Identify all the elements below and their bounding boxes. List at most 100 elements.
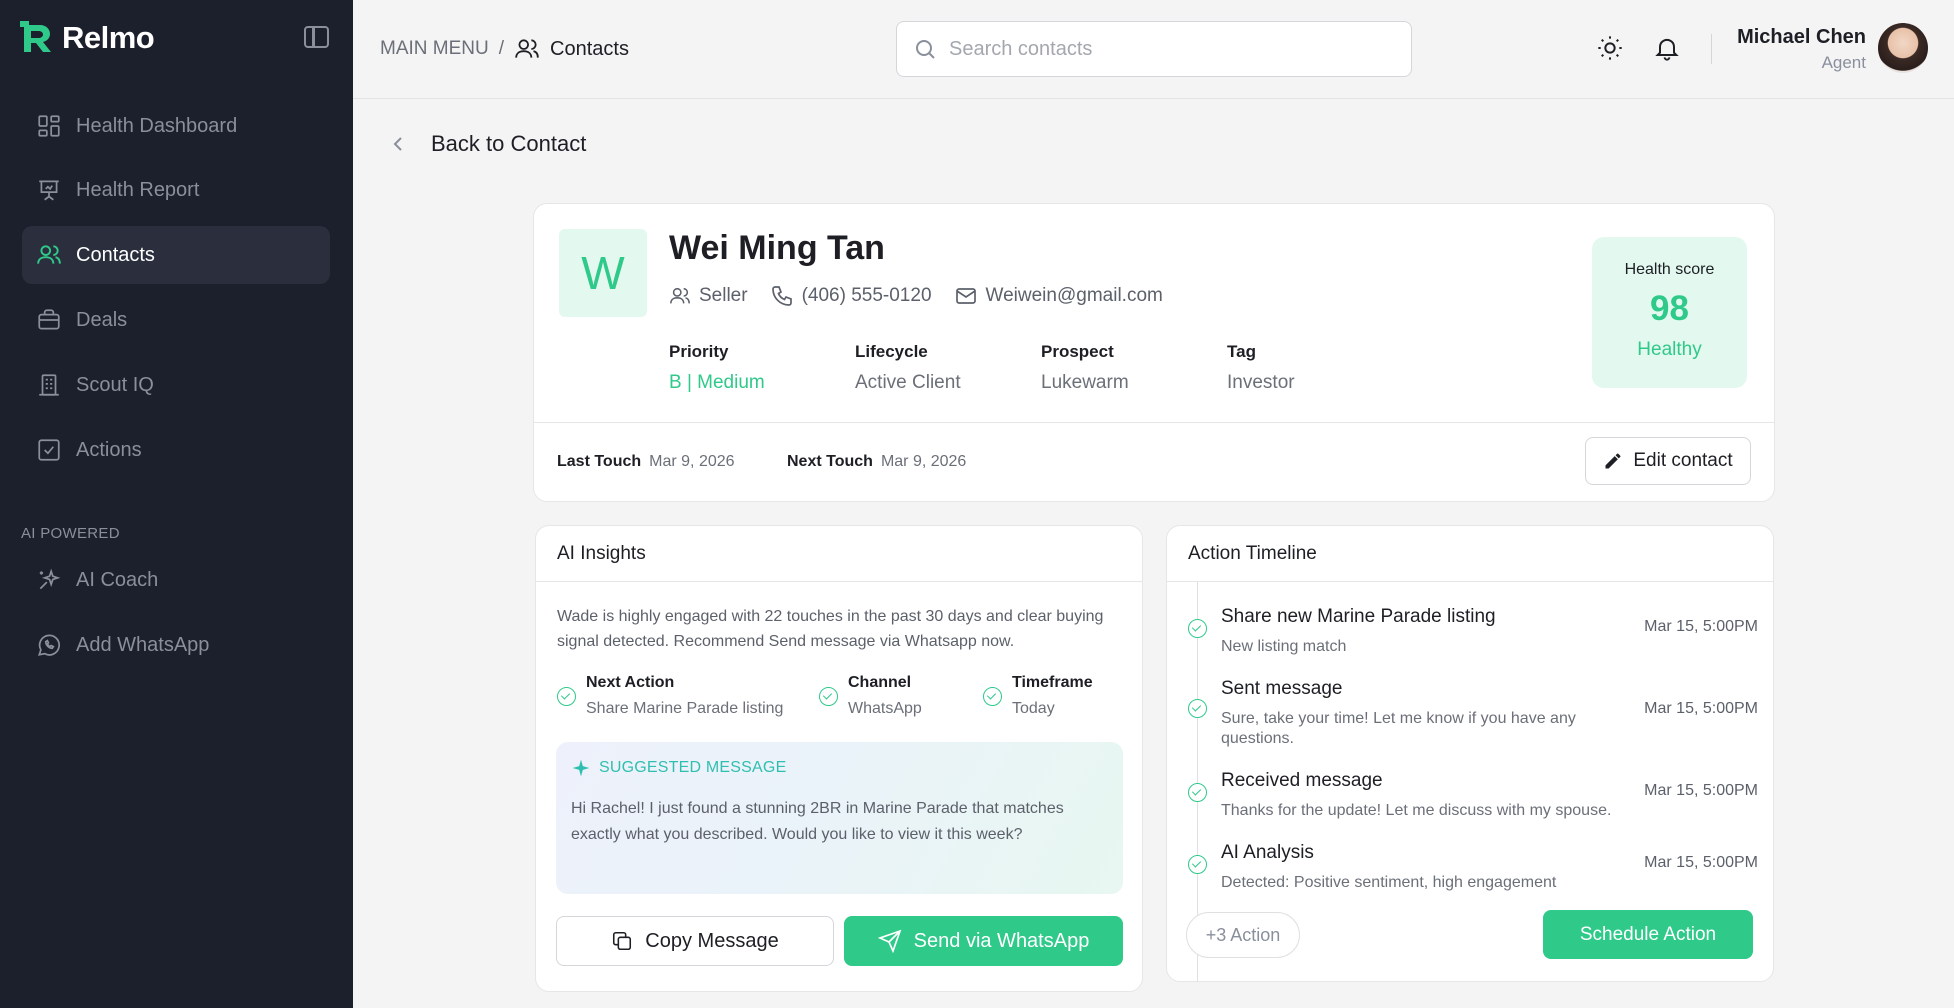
copy-message-label: Copy Message — [645, 929, 779, 952]
health-status: Healthy — [1637, 339, 1702, 360]
timeline-item[interactable]: Sent message Sure, take your time! Let m… — [1188, 678, 1758, 747]
send-icon — [877, 929, 902, 953]
sidebar-item-label: Deals — [76, 308, 128, 331]
attr-key: Lifecycle — [855, 342, 928, 361]
step-detail: Today — [1012, 700, 1055, 717]
schedule-action-button[interactable]: Schedule Action — [1543, 910, 1753, 959]
sidebar-item-label: Health Report — [76, 178, 200, 201]
card-title: AI Insights — [536, 526, 1142, 582]
top-bar: MAIN MENU / Contacts Michael Chen Agent — [353, 0, 1954, 99]
sidebar: Relmo Health Dashboard Health Report Con… — [0, 0, 353, 1008]
attr-lifecycle: Lifecycle Active Client — [855, 342, 1041, 394]
timeline-item[interactable]: Received message Thanks for the update! … — [1188, 770, 1758, 820]
timeline-title: Share new Marine Parade listing — [1221, 606, 1496, 627]
breadcrumb-root[interactable]: MAIN MENU — [380, 38, 489, 60]
breadcrumb: MAIN MENU / Contacts — [380, 36, 629, 62]
sidebar-item-actions[interactable]: Actions — [22, 421, 330, 479]
suggested-label: SUGGESTED MESSAGE — [599, 759, 787, 776]
sidebar-item-ai-coach[interactable]: AI Coach — [22, 551, 330, 609]
contact-name: Wei Ming Tan — [669, 229, 885, 267]
users-icon — [37, 245, 61, 264]
sparkles-icon — [39, 568, 61, 590]
timeline-item[interactable]: Share new Marine Parade listing New list… — [1188, 606, 1758, 656]
contact-email[interactable]: Weiwein@gmail.com — [954, 284, 1163, 308]
sun-icon[interactable] — [1596, 34, 1624, 62]
contact-initial-avatar: W — [559, 229, 647, 317]
user-icon — [670, 287, 690, 304]
sidebar-item-health-dashboard[interactable]: Health Dashboard — [22, 97, 330, 155]
sparkle-icon — [572, 759, 590, 777]
sidebar-item-add-whatsapp[interactable]: Add WhatsApp — [22, 616, 330, 674]
presentation-icon — [39, 180, 59, 201]
sidebar-item-health-report[interactable]: Health Report — [22, 161, 330, 219]
sidebar-item-label: Health Dashboard — [76, 114, 238, 137]
timeline-date: Mar 15, 5:00PM — [1644, 854, 1758, 871]
card-title: Action Timeline — [1167, 526, 1773, 582]
send-via-whatsapp-button[interactable]: Send via WhatsApp — [844, 916, 1123, 966]
last-touch-label: Last Touch — [557, 453, 642, 470]
timeline-date: Mar 15, 5:00PM — [1644, 700, 1758, 717]
timeline-detail: Thanks for the update! Let me discuss wi… — [1221, 802, 1612, 819]
contact-phone-label: (406) 555-0120 — [801, 285, 932, 306]
dashboard-icon — [38, 115, 60, 137]
health-score-value: 98 — [1650, 289, 1689, 328]
search-icon — [916, 40, 935, 59]
last-touch: Last Touch Mar 9, 2026 — [557, 453, 735, 471]
phone-icon — [771, 286, 792, 306]
check-circle-icon — [1188, 619, 1207, 638]
edit-contact-label: Edit contact — [1633, 450, 1733, 471]
step-title: Timeframe — [1012, 674, 1093, 691]
collapse-sidebar-icon[interactable] — [304, 26, 329, 48]
suggested-header: SUGGESTED MESSAGE — [571, 758, 786, 778]
relmo-logo-icon — [20, 21, 51, 52]
check-circle-icon — [1188, 855, 1207, 874]
avatar[interactable] — [1878, 23, 1928, 73]
check-circle-icon — [819, 687, 838, 706]
sidebar-item-label: AI Coach — [76, 568, 159, 591]
attr-value: Investor — [1227, 372, 1295, 393]
user-info[interactable]: Michael Chen Agent — [1737, 26, 1866, 73]
divider — [534, 422, 1774, 423]
sidebar-item-label: Actions — [76, 438, 142, 461]
attr-value: B | Medium — [669, 372, 765, 393]
timeline-title: AI Analysis — [1221, 842, 1314, 863]
next-touch: Next Touch Mar 9, 2026 — [787, 453, 966, 471]
attr-value: Active Client — [855, 372, 961, 393]
step-detail: Share Marine Parade listing — [586, 700, 784, 717]
timeline-date: Mar 15, 5:00PM — [1644, 782, 1758, 799]
timeline-item[interactable]: AI Analysis Detected: Positive sentiment… — [1188, 842, 1758, 892]
timeline-title: Received message — [1221, 770, 1383, 791]
edit-contact-button[interactable]: Edit contact — [1585, 437, 1751, 485]
attr-key: Prospect — [1041, 342, 1114, 361]
attr-tag: Tag Investor — [1227, 342, 1413, 394]
timeline-detail: Detected: Positive sentiment, high engag… — [1221, 874, 1557, 891]
breadcrumb-separator: / — [498, 38, 505, 59]
back-to-contact-link[interactable]: Back to Contact — [391, 131, 586, 157]
insight-summary: Wade is highly engaged with 22 touches i… — [557, 608, 1104, 650]
breadcrumb-current: Contacts — [550, 37, 629, 60]
user-role: Agent — [1821, 53, 1866, 72]
brand-logo[interactable]: Relmo — [20, 20, 155, 56]
sidebar-item-scout-iq[interactable]: Scout IQ — [22, 356, 330, 414]
suggested-message-text: Hi Rachel! I just found a stunning 2BR i… — [571, 800, 1064, 843]
copy-message-button[interactable]: Copy Message — [556, 916, 834, 966]
search-box[interactable] — [896, 21, 1412, 77]
suggested-message-box: SUGGESTED MESSAGE Hi Rachel! I just foun… — [556, 742, 1123, 894]
pencil-icon — [1605, 453, 1621, 469]
step-title: Channel — [848, 674, 912, 691]
health-score-label: Health score — [1624, 261, 1715, 278]
more-actions-button[interactable]: +3 Action — [1186, 912, 1300, 958]
chevron-left-icon — [393, 137, 402, 151]
attr-priority: Priority B | Medium — [669, 342, 855, 394]
back-label: Back to Contact — [431, 131, 587, 156]
search-input[interactable] — [949, 37, 1369, 61]
sidebar-item-label: Contacts — [76, 243, 155, 266]
bell-icon[interactable] — [1653, 34, 1681, 62]
divider — [1711, 34, 1712, 64]
next-touch-label: Next Touch — [787, 453, 873, 470]
action-timeline-card: Action Timeline Share new Marine Parade … — [1166, 525, 1774, 982]
sidebar-item-deals[interactable]: Deals — [22, 291, 330, 349]
last-touch-date: Mar 9, 2026 — [649, 453, 735, 470]
contact-phone[interactable]: (406) 555-0120 — [770, 284, 932, 308]
sidebar-item-contacts[interactable]: Contacts — [22, 226, 330, 284]
